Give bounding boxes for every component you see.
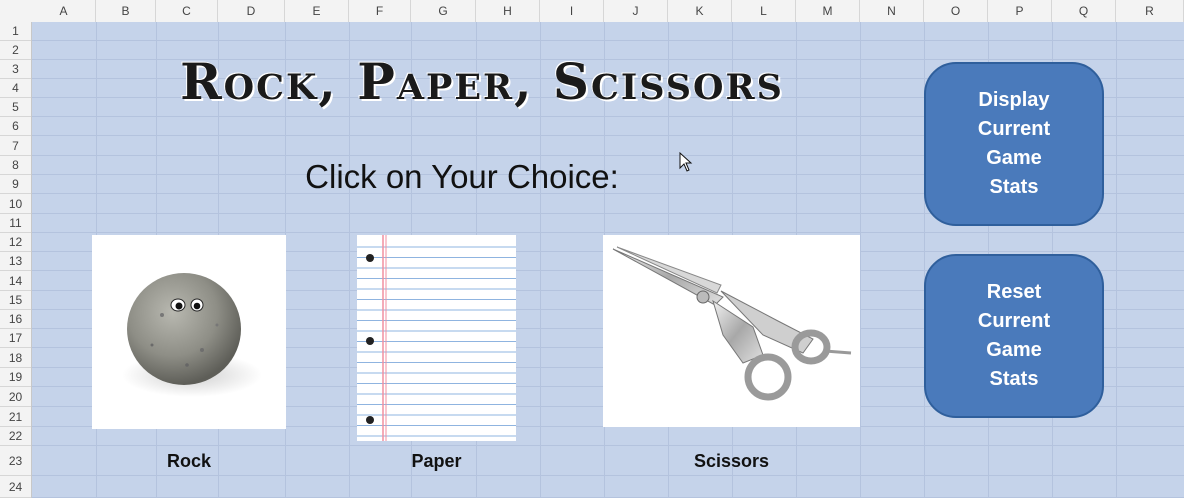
sheet-canvas: Rock, Paper, Scissors Click on Your Choi…: [32, 22, 1184, 498]
row-header-3[interactable]: 3: [0, 60, 31, 79]
scissors-label: Scissors: [693, 451, 770, 471]
row-header-13[interactable]: 13: [0, 252, 31, 271]
column-header-bar: ABCDEFGHIJKLMNOPQR: [0, 0, 1184, 23]
row-header-7[interactable]: 7: [0, 136, 31, 156]
row-header-5[interactable]: 5: [0, 98, 31, 117]
row-header-19[interactable]: 19: [0, 368, 31, 387]
column-header-k[interactable]: K: [668, 0, 732, 22]
column-header-g[interactable]: G: [411, 0, 476, 22]
row-header-14[interactable]: 14: [0, 271, 31, 291]
column-header-j[interactable]: J: [604, 0, 668, 22]
row-header-21[interactable]: 21: [0, 407, 31, 427]
paper-label: Paper: [411, 451, 462, 471]
row-header-1[interactable]: 1: [0, 22, 31, 41]
instruction-text: Click on Your Choice:: [305, 158, 619, 195]
row-header-15[interactable]: 15: [0, 291, 31, 310]
row-header-20[interactable]: 20: [0, 387, 31, 407]
row-header-8[interactable]: 8: [0, 156, 31, 175]
row-header-12[interactable]: 12: [0, 233, 31, 252]
row-header-16[interactable]: 16: [0, 310, 31, 329]
column-header-a[interactable]: A: [32, 0, 96, 22]
rock-label: Rock: [166, 451, 211, 471]
gridline: [32, 445, 1184, 446]
mouse-pointer-icon: [679, 152, 693, 172]
rock-image: [122, 273, 262, 397]
row-header-11[interactable]: 11: [0, 214, 31, 233]
game-title: Rock, Paper, Scissors: [180, 52, 784, 111]
reset-stats-button[interactable]: Reset Current Game Stats: [924, 254, 1104, 418]
gridline: [32, 40, 1184, 41]
scissors-image: [603, 235, 860, 427]
paper-image: [357, 235, 516, 441]
column-header-c[interactable]: C: [156, 0, 218, 22]
column-header-n[interactable]: N: [860, 0, 924, 22]
paper-choice[interactable]: [357, 235, 516, 441]
column-header-d[interactable]: D: [218, 0, 285, 22]
gridline: [860, 22, 861, 498]
row-header-4[interactable]: 4: [0, 79, 31, 98]
column-header-e[interactable]: E: [285, 0, 349, 22]
gridline: [32, 475, 1184, 476]
column-header-i[interactable]: I: [540, 0, 604, 22]
column-header-o[interactable]: O: [924, 0, 988, 22]
rock-choice[interactable]: [92, 235, 286, 429]
row-header-bar: 1 2 3 4 5 6 7 8 9 10 11 12 13 14 15 16 17 18 19 20 21 22 23 24: [0, 22, 32, 498]
column-header-p[interactable]: P: [988, 0, 1052, 22]
row-header-6[interactable]: 6: [0, 117, 31, 136]
column-header-r[interactable]: R: [1116, 0, 1184, 22]
row-header-10[interactable]: 10: [0, 194, 31, 214]
row-header-22[interactable]: 22: [0, 427, 31, 446]
row-header-24[interactable]: 24: [0, 476, 31, 498]
spreadsheet: ABCDEFGHIJKLMNOPQR 1 2 3 4 5 6 7 8 9 10 11 12 13 14 15…: [0, 0, 1184, 498]
gridline: [32, 232, 1184, 233]
column-header-q[interactable]: Q: [1052, 0, 1116, 22]
scissors-choice[interactable]: [603, 235, 860, 427]
column-header-f[interactable]: F: [349, 0, 411, 22]
row-header-17[interactable]: 17: [0, 329, 31, 348]
gridline: [1116, 22, 1117, 498]
row-header-18[interactable]: 18: [0, 348, 31, 368]
column-header-h[interactable]: H: [476, 0, 540, 22]
row-header-9[interactable]: 9: [0, 175, 31, 194]
row-header-2[interactable]: 2: [0, 41, 31, 60]
column-header-l[interactable]: L: [732, 0, 796, 22]
display-stats-button[interactable]: Display Current Game Stats: [924, 62, 1104, 226]
row-header-23[interactable]: 23: [0, 446, 31, 476]
column-header-b[interactable]: B: [96, 0, 156, 22]
column-header-m[interactable]: M: [796, 0, 860, 22]
